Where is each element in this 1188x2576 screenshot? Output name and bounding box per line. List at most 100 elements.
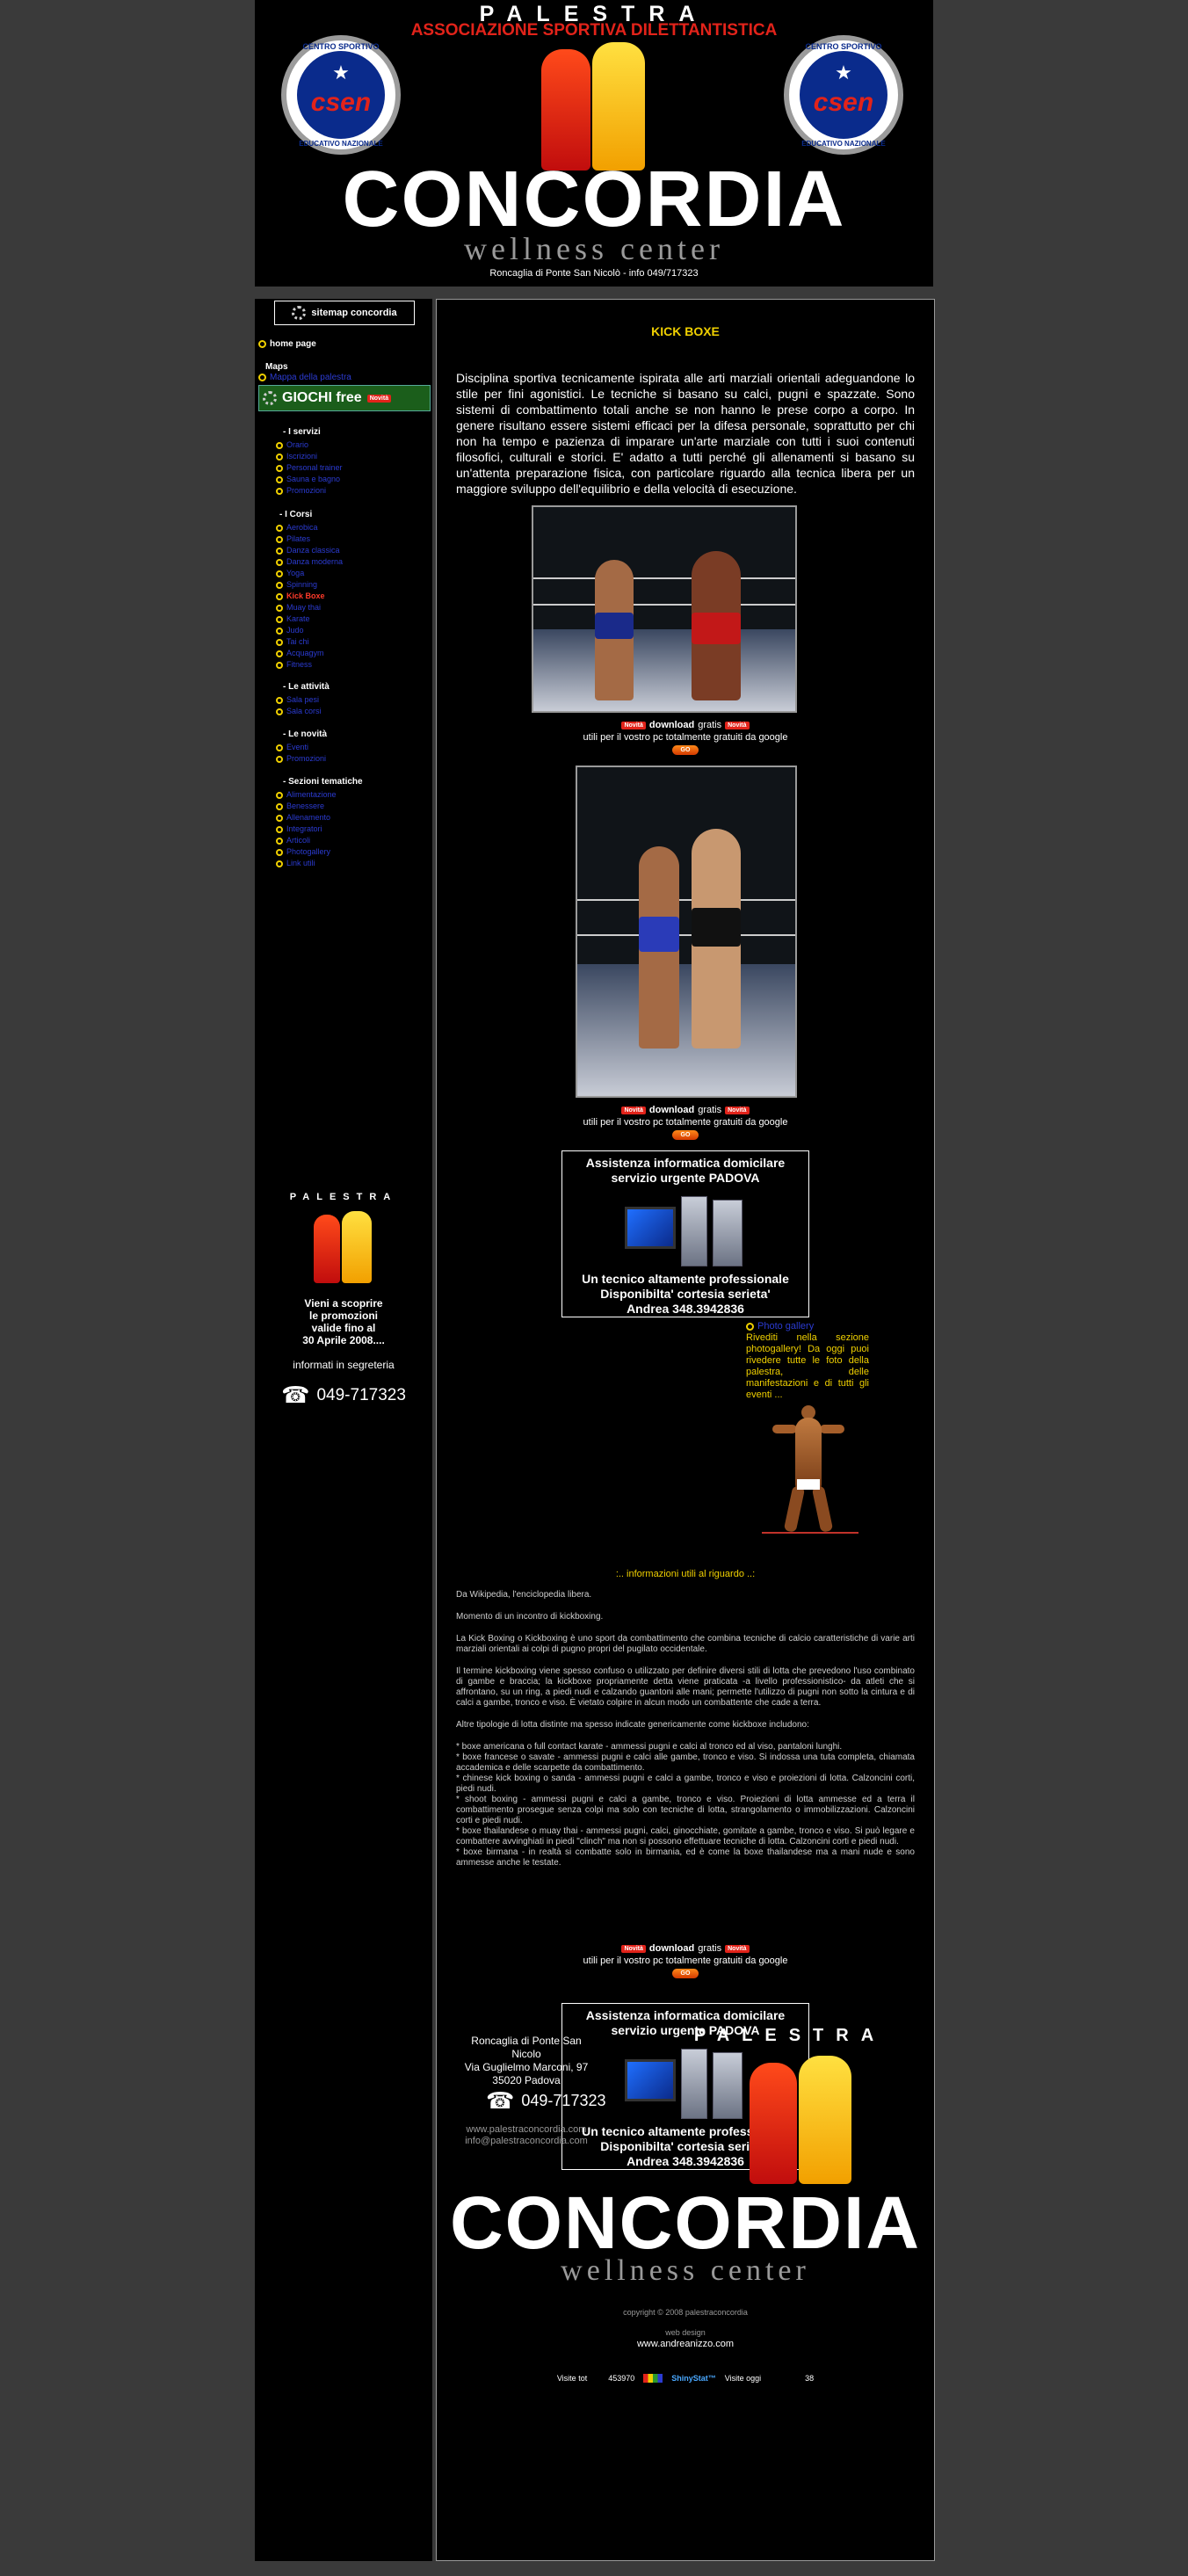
go-button[interactable]: GO xyxy=(672,745,699,755)
menu-item[interactable]: Personal trainer xyxy=(276,462,343,474)
computer-icon xyxy=(619,2047,751,2119)
assistenza-ad-1[interactable]: Assistenza informatica domicilare serviz… xyxy=(561,1150,809,1317)
visit-counter: Visite tot 453970 ShinyStat™ Visite oggi… xyxy=(556,2374,815,2383)
maps-link[interactable]: Mappa della palestra xyxy=(258,373,351,382)
menu-item[interactable]: Integratori xyxy=(276,824,337,835)
menu-item[interactable]: Photogallery xyxy=(276,846,337,858)
intro-text: Disciplina sportiva tecnicamente ispirat… xyxy=(456,371,915,496)
photogallery-text: Rivediti nella sezione photogallery! Da … xyxy=(746,1332,869,1400)
menu-item[interactable]: Promozioni xyxy=(276,485,343,497)
promo-phone: ☎ 049-717323 xyxy=(281,1382,406,1408)
star-icon: ★ xyxy=(835,62,852,83)
menu-item[interactable]: Fitness xyxy=(276,659,343,671)
menu-item[interactable]: Iscrizioni xyxy=(276,451,343,462)
home-page-link[interactable]: home page xyxy=(258,339,316,349)
menu-item[interactable]: Link utili xyxy=(276,858,337,869)
power-icon xyxy=(276,791,283,799)
power-icon xyxy=(276,524,283,532)
power-icon xyxy=(276,464,283,472)
power-icon xyxy=(276,627,283,635)
power-icon xyxy=(276,755,283,763)
csen-seal-left: CENTRO SPORTIVO ★ csen EDUCATIVO NAZIONA… xyxy=(281,35,401,155)
maps-heading: Maps xyxy=(265,362,288,372)
menu-item[interactable]: Aerobica xyxy=(276,522,343,533)
power-icon xyxy=(258,374,266,381)
footer-palestra: PALESTRA xyxy=(693,2026,887,2045)
web-design-link[interactable]: www.andreanizzo.com xyxy=(437,2339,934,2349)
menu-item[interactable]: Orario xyxy=(276,439,343,451)
menu-item[interactable]: Benessere xyxy=(276,801,337,812)
menu-item[interactable]: Muay thai xyxy=(276,602,343,613)
download-banner-3[interactable]: Novità download gratis Novità utili per il … xyxy=(437,1943,934,1978)
menu-item[interactable]: Alimentazione xyxy=(276,789,337,801)
footer-phone: ☎ 049-717323 xyxy=(486,2087,606,2114)
sitemap-button[interactable]: sitemap concordia xyxy=(274,301,415,325)
power-icon xyxy=(276,581,283,589)
corsi-menu: Aerobica Pilates Danza classica Danza mo… xyxy=(276,522,343,671)
power-icon xyxy=(276,604,283,612)
menu-item[interactable]: Allenamento xyxy=(276,812,337,824)
power-icon xyxy=(258,340,266,348)
promo-box[interactable]: PALESTRA Vieni a scoprire le promozioni … xyxy=(255,1192,432,1409)
menu-item[interactable]: Articoli xyxy=(276,835,337,846)
menu-item[interactable]: Eventi xyxy=(276,742,326,753)
power-icon xyxy=(746,1323,754,1331)
corsi-heading: - I Corsi xyxy=(279,510,313,519)
power-icon xyxy=(276,744,283,751)
site-link[interactable]: www.palestraconcordia.com xyxy=(456,2124,597,2136)
power-icon xyxy=(276,535,283,543)
attivita-heading: - Le attività xyxy=(283,682,330,692)
csen-seal-right: CENTRO SPORTIVO ★ csen EDUCATIVO NAZIONA… xyxy=(784,35,903,155)
footer-subtitle: wellness center xyxy=(561,2254,810,2287)
power-icon xyxy=(276,475,283,483)
footer-address: Roncaglia di Ponte San Nicolo Via Guglie… xyxy=(464,2035,589,2086)
download-banner-1[interactable]: Novità download gratis Novità utili per il … xyxy=(437,720,934,755)
menu-item[interactable]: Sauna e bagno xyxy=(276,474,343,485)
menu-item[interactable]: Sala corsi xyxy=(276,706,322,717)
promo-text: Vieni a scoprire le promozioni valide fi… xyxy=(302,1297,385,1346)
power-icon xyxy=(276,860,283,867)
menu-item[interactable]: Pilates xyxy=(276,533,343,545)
novita-badge: Novità xyxy=(366,394,392,403)
go-button[interactable]: GO xyxy=(672,1969,699,1978)
fighters-logo xyxy=(532,40,656,172)
power-icon xyxy=(276,837,283,845)
menu-item[interactable]: Karate xyxy=(276,613,343,625)
power-icon xyxy=(276,615,283,623)
menu-item[interactable]: Spinning xyxy=(276,579,343,591)
bodybuilder-image[interactable] xyxy=(762,1405,858,1534)
photogallery-link[interactable]: Photo gallery xyxy=(746,1321,869,1332)
power-icon xyxy=(276,696,283,704)
menu-item-active[interactable]: Kick Boxe xyxy=(276,591,343,602)
power-icon xyxy=(276,649,283,657)
email-link[interactable]: info@palestraconcordia.com xyxy=(456,2136,597,2147)
giochi-free-banner[interactable]: GIOCHI free Novità xyxy=(258,385,431,411)
power-icon xyxy=(276,848,283,856)
menu-item[interactable]: Tai chi xyxy=(276,636,343,648)
menu-item[interactable]: Acquagym xyxy=(276,648,343,659)
menu-item[interactable]: Promozioni xyxy=(276,753,326,765)
shinystat-link[interactable]: ShinyStat™ xyxy=(671,2374,716,2383)
menu-item[interactable]: Judo xyxy=(276,625,343,636)
tematiche-heading: - Sezioni tematiche xyxy=(283,777,363,787)
menu-item[interactable]: Sala pesi xyxy=(276,694,322,706)
footer-title: CONCORDIA xyxy=(450,2181,921,2264)
power-icon xyxy=(276,661,283,669)
menu-item[interactable]: Danza moderna xyxy=(276,556,343,568)
header-address: Roncaglia di Ponte San Nicolò - info 049… xyxy=(489,268,699,279)
copyright: copyright © 2008 palestraconcordia xyxy=(623,2308,748,2317)
go-button[interactable]: GO xyxy=(672,1130,699,1140)
download-banner-2[interactable]: Novità download gratis Novità utili per il … xyxy=(437,1105,934,1140)
power-icon xyxy=(276,814,283,822)
sidebar: sitemap concordia home page Maps Mappa d… xyxy=(255,299,432,2561)
power-icon xyxy=(276,707,283,715)
info-heading: :.. informazioni utili al riguardo ..: xyxy=(615,1569,756,1579)
kickboxing-photo-2 xyxy=(576,766,797,1098)
menu-item[interactable]: Yoga xyxy=(276,568,343,579)
menu-item[interactable]: Danza classica xyxy=(276,545,343,556)
attivita-menu: Sala pesi Sala corsi xyxy=(276,694,322,717)
telephone-icon: ☎ xyxy=(486,2087,515,2114)
header-subtitle: wellness center xyxy=(464,231,724,266)
fighters-logo xyxy=(308,1209,379,1285)
power-icon xyxy=(276,638,283,646)
